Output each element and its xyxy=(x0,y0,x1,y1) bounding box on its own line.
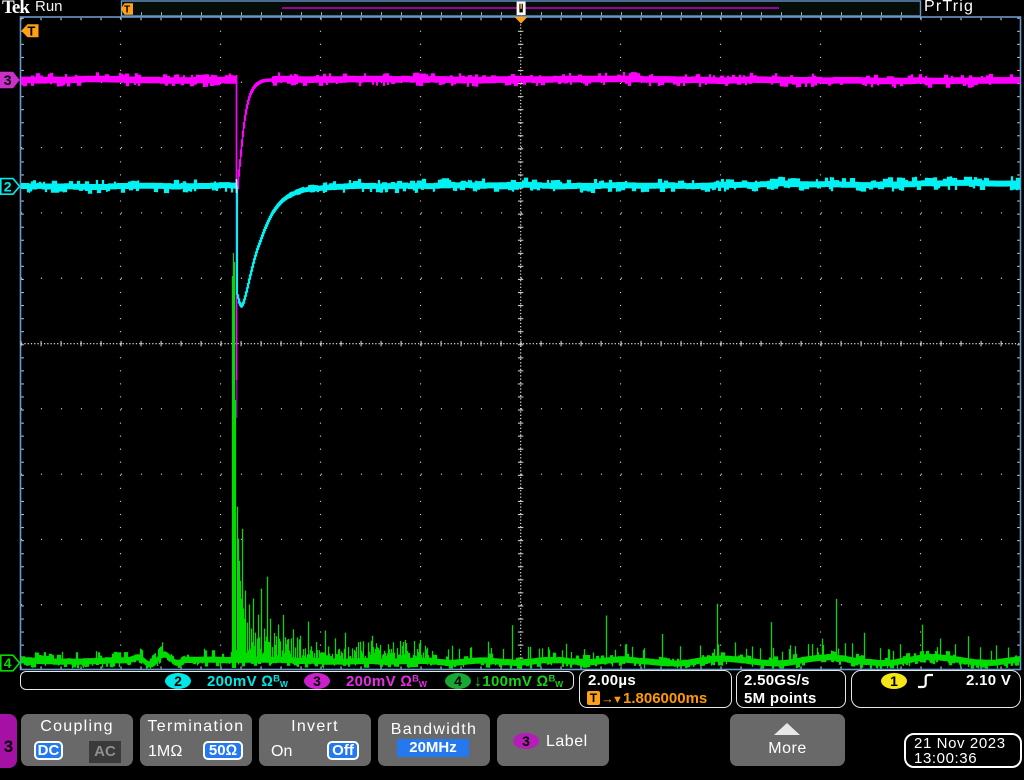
svg-text:3: 3 xyxy=(4,72,12,88)
svg-text:T: T xyxy=(27,24,35,39)
svg-text:T: T xyxy=(124,5,130,16)
svg-text:4: 4 xyxy=(4,655,12,671)
svg-text:2: 2 xyxy=(4,178,12,194)
